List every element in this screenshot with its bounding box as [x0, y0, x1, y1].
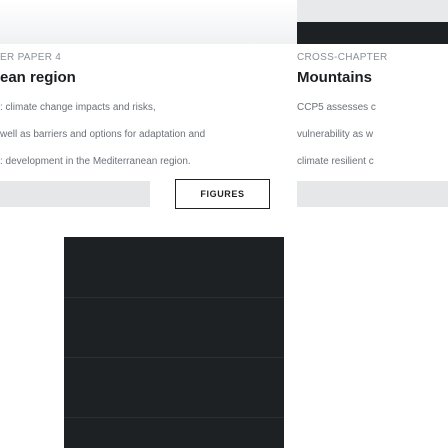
- left-card-text-line-1: : climate change impacts and risks,: [0, 102, 156, 113]
- right-card-title[interactable]: Mountains: [297, 69, 372, 86]
- thumbnail-stripe: [64, 357, 284, 358]
- right-card-image-top: [297, 0, 448, 22]
- right-card-text-line-2: vulnerability as w: [297, 129, 374, 140]
- left-card-text-line-2: well as barriers and options for adaptat…: [0, 129, 206, 140]
- figures-button[interactable]: FIGURES: [175, 179, 270, 209]
- right-card-text-line-3: climate resilient c: [297, 156, 374, 167]
- left-card-title[interactable]: ean region: [0, 69, 76, 86]
- left-card-text-line-3: : development in the Mediterranean regio…: [0, 156, 191, 167]
- left-placeholder-tile: [0, 181, 150, 207]
- right-card-eyebrow: CROSS-CHAPTER: [297, 52, 388, 63]
- thumbnail-stripe: [64, 417, 284, 418]
- top-banner-image: [0, 0, 300, 44]
- right-placeholder-tile: [297, 181, 448, 207]
- figure-thumbnail[interactable]: [64, 237, 284, 448]
- left-card-eyebrow: ER PAPER 4: [0, 52, 62, 63]
- thumbnail-stripe: [64, 297, 284, 298]
- right-card-text-line-1: CCP5 assesses c: [297, 102, 376, 113]
- right-card-image: [297, 22, 448, 44]
